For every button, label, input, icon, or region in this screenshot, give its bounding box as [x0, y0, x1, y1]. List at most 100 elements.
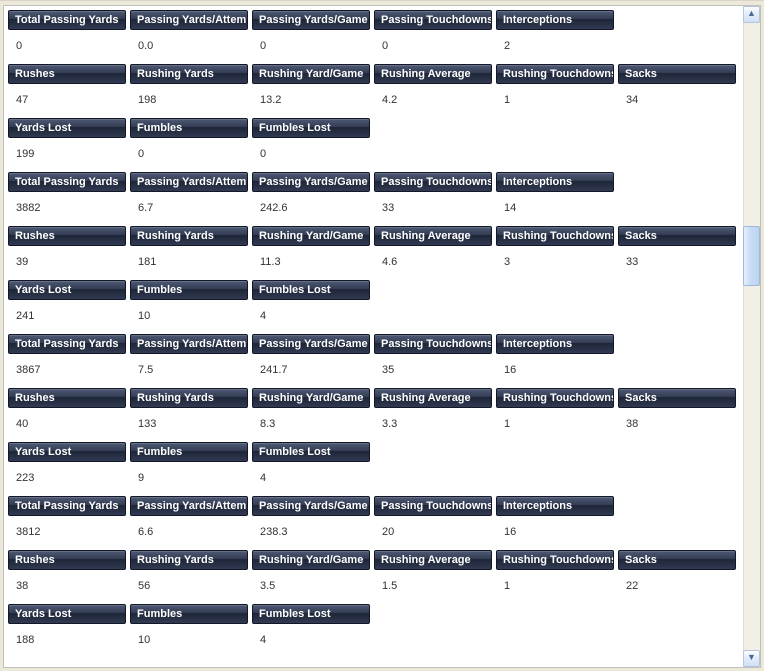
- column-header[interactable]: Rushing Yard/Game: [252, 388, 370, 408]
- column-header[interactable]: Rushing Yard/Game: [252, 550, 370, 570]
- stat-value: 16: [496, 354, 614, 388]
- value-row-misc: 22394: [8, 462, 743, 496]
- column-header[interactable]: Passing Yards/Attemp: [130, 172, 248, 192]
- stat-value: 1: [496, 408, 614, 442]
- stat-value: 20: [374, 516, 492, 550]
- column-header[interactable]: Sacks: [618, 226, 736, 246]
- column-header[interactable]: Sacks: [618, 388, 736, 408]
- value-row-misc: 188104: [8, 624, 743, 658]
- column-header[interactable]: Yards Lost: [8, 118, 126, 138]
- column-header[interactable]: Rushing Yards: [130, 388, 248, 408]
- stat-value: 188: [8, 624, 126, 658]
- column-header[interactable]: Rushing Yards: [130, 550, 248, 570]
- column-header[interactable]: Yards Lost: [8, 280, 126, 300]
- stat-value: 33: [374, 192, 492, 226]
- value-row-rushing: 38563.51.5122: [8, 570, 743, 604]
- value-row-misc: 241104: [8, 300, 743, 334]
- column-header[interactable]: Rushing Average: [374, 388, 492, 408]
- header-row-misc: Yards LostFumblesFumbles Lost: [8, 118, 743, 138]
- column-header[interactable]: Rushing Touchdowns: [496, 64, 614, 84]
- header-row-passing: Total Passing YardsPassing Yards/AttempP…: [8, 496, 743, 516]
- column-header[interactable]: Passing Yards/Game: [252, 10, 370, 30]
- stat-value: 10: [130, 624, 248, 658]
- column-header[interactable]: Rushing Touchdowns: [496, 388, 614, 408]
- column-header[interactable]: Yards Lost: [8, 604, 126, 624]
- vertical-scrollbar[interactable]: ▲ ▼: [743, 6, 760, 667]
- column-header[interactable]: Rushing Average: [374, 64, 492, 84]
- column-header[interactable]: Fumbles: [130, 442, 248, 462]
- column-header[interactable]: Fumbles Lost: [252, 280, 370, 300]
- column-header[interactable]: Rushes: [8, 550, 126, 570]
- header-row-passing: Total Passing YardsPassing Yards/AttempP…: [8, 10, 743, 30]
- column-header[interactable]: Passing Yards/Attemp: [130, 496, 248, 516]
- stat-value: 133: [130, 408, 248, 442]
- scroll-up-button[interactable]: ▲: [743, 6, 760, 23]
- column-header[interactable]: Rushing Yards: [130, 64, 248, 84]
- column-header[interactable]: Rushing Touchdowns: [496, 550, 614, 570]
- column-header[interactable]: Sacks: [618, 550, 736, 570]
- column-header[interactable]: Fumbles Lost: [252, 118, 370, 138]
- column-header[interactable]: Total Passing Yards: [8, 172, 126, 192]
- stat-value: 33: [618, 246, 736, 280]
- column-header[interactable]: Passing Touchdowns: [374, 496, 492, 516]
- column-header[interactable]: Passing Yards/Game: [252, 334, 370, 354]
- value-row-passing: 00.0002: [8, 30, 743, 64]
- stat-value: 1: [496, 84, 614, 118]
- scroll-down-button[interactable]: ▼: [743, 650, 760, 667]
- column-header[interactable]: Passing Yards/Attemp: [130, 10, 248, 30]
- value-row-rushing: 4719813.24.2134: [8, 84, 743, 118]
- stats-grid: Total Passing YardsPassing Yards/AttempP…: [4, 6, 743, 667]
- column-header[interactable]: Total Passing Yards: [8, 10, 126, 30]
- column-header[interactable]: Passing Yards/Attemp: [130, 334, 248, 354]
- stat-value: 16: [496, 516, 614, 550]
- column-header[interactable]: Rushes: [8, 226, 126, 246]
- value-row-misc: 19900: [8, 138, 743, 172]
- stat-value: 4: [252, 300, 370, 334]
- column-header[interactable]: Fumbles: [130, 118, 248, 138]
- column-header[interactable]: Interceptions: [496, 496, 614, 516]
- column-header[interactable]: Rushing Yard/Game: [252, 226, 370, 246]
- header-row-rushing: RushesRushing YardsRushing Yard/GameRush…: [8, 64, 743, 84]
- column-header[interactable]: Rushing Average: [374, 226, 492, 246]
- column-header[interactable]: Rushes: [8, 64, 126, 84]
- column-header[interactable]: Passing Yards/Game: [252, 172, 370, 192]
- column-header[interactable]: Passing Touchdowns: [374, 334, 492, 354]
- column-header[interactable]: Fumbles: [130, 280, 248, 300]
- column-header[interactable]: Rushing Average: [374, 550, 492, 570]
- column-header[interactable]: Rushing Yard/Game: [252, 64, 370, 84]
- column-header[interactable]: Passing Yards/Game: [252, 496, 370, 516]
- column-header[interactable]: Passing Touchdowns: [374, 172, 492, 192]
- column-header[interactable]: Total Passing Yards: [8, 334, 126, 354]
- column-header[interactable]: Sacks: [618, 64, 736, 84]
- stat-value: 9: [130, 462, 248, 496]
- column-header[interactable]: Rushing Yards: [130, 226, 248, 246]
- column-header[interactable]: Rushes: [8, 388, 126, 408]
- stat-value: 13.2: [252, 84, 370, 118]
- stat-value: 34: [618, 84, 736, 118]
- stat-value: 3.3: [374, 408, 492, 442]
- stat-value: 14: [496, 192, 614, 226]
- column-header[interactable]: Total Passing Yards: [8, 496, 126, 516]
- stat-value: 2: [496, 30, 614, 64]
- stat-value: 1.5: [374, 570, 492, 604]
- column-header[interactable]: Fumbles Lost: [252, 604, 370, 624]
- column-header[interactable]: Fumbles: [130, 604, 248, 624]
- stat-value: 22: [618, 570, 736, 604]
- stat-value: 0.0: [130, 30, 248, 64]
- stat-value: 199: [8, 138, 126, 172]
- stat-value: 238.3: [252, 516, 370, 550]
- stat-value: 181: [130, 246, 248, 280]
- column-header[interactable]: Interceptions: [496, 10, 614, 30]
- stat-value: 56: [130, 570, 248, 604]
- stat-value: 0: [252, 138, 370, 172]
- column-header[interactable]: Fumbles Lost: [252, 442, 370, 462]
- column-header[interactable]: Rushing Touchdowns: [496, 226, 614, 246]
- scroll-thumb[interactable]: [743, 226, 760, 286]
- stat-value: 38: [8, 570, 126, 604]
- column-header[interactable]: Interceptions: [496, 172, 614, 192]
- column-header[interactable]: Yards Lost: [8, 442, 126, 462]
- stat-value: 3.5: [252, 570, 370, 604]
- column-header[interactable]: Interceptions: [496, 334, 614, 354]
- stat-value: 4: [252, 462, 370, 496]
- column-header[interactable]: Passing Touchdowns: [374, 10, 492, 30]
